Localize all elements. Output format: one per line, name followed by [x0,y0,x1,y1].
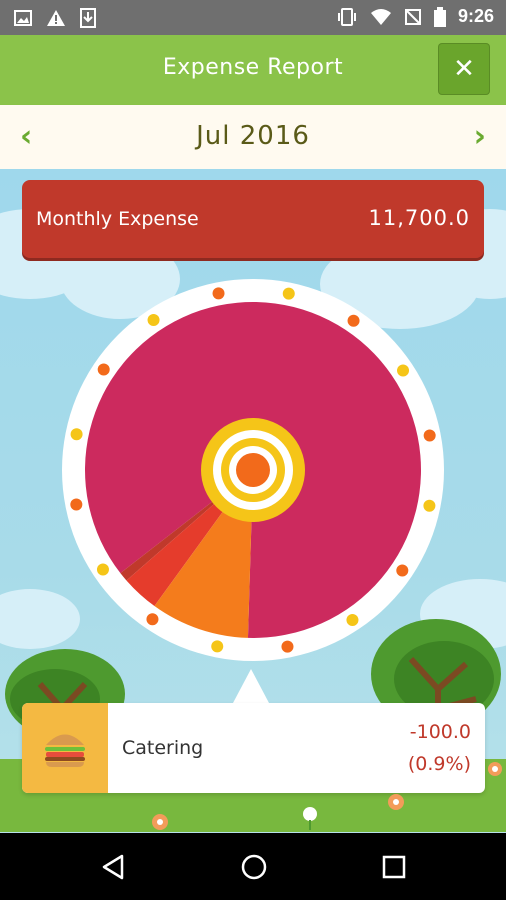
alert-icon [47,10,65,26]
category-name: Catering [122,737,204,759]
month-navigation: ‹ Jul 2016 › [0,105,506,169]
category-detail-card[interactable]: Catering -100.0 (0.9%) [22,703,485,793]
rim-dot [96,563,109,576]
rim-dot [147,313,160,326]
page-title: Expense Report [162,55,344,80]
center-dot [236,453,270,487]
rim-dot [70,498,83,511]
rim-dot [396,564,409,577]
monthly-expense-label: Monthly Expense [36,208,199,230]
rim-dot [146,613,159,626]
category-percent: (0.9%) [407,753,471,775]
recents-icon[interactable] [382,855,406,879]
rim-dot [423,499,436,512]
download-icon [80,8,96,28]
app-header: Expense Report ✕ [0,35,506,105]
status-bar: 9:26 [0,0,506,35]
flower-icon [388,794,404,810]
category-amount: -100.0 [409,721,471,743]
flower-icon [152,814,168,830]
battery-icon [433,6,446,27]
category-icon-box [22,703,108,793]
rim-dot [282,287,295,300]
rim-dot [397,364,410,377]
monthly-expense-card: Monthly Expense 11,700.0 [22,180,484,258]
system-nav-bar [0,833,506,900]
image-icon [14,10,32,26]
rim-dot [346,614,359,627]
rim-dot [70,428,83,441]
expense-pie-chart[interactable] [62,279,444,661]
rim-dot [212,287,225,300]
wifi-icon [370,8,391,25]
rim-dot [347,314,360,327]
rim-dot [281,640,294,653]
close-button[interactable]: ✕ [438,43,490,95]
burger-icon [45,734,85,767]
close-icon: ✕ [453,54,475,84]
home-icon[interactable] [240,853,268,881]
chevron-right-icon[interactable]: › [474,119,486,154]
no-sim-icon [404,8,421,25]
slice-pointer [233,669,269,703]
rim-dot [97,363,110,376]
vibrate-icon [337,7,356,26]
current-month: Jul 2016 [196,121,310,151]
rim-dot [423,429,436,442]
status-time: 9:26 [457,6,494,26]
flower-icon [303,807,317,830]
back-icon[interactable] [100,853,126,881]
flower-icon [488,762,502,776]
monthly-expense-amount: 11,700.0 [368,206,470,230]
rim-dot [211,640,224,653]
